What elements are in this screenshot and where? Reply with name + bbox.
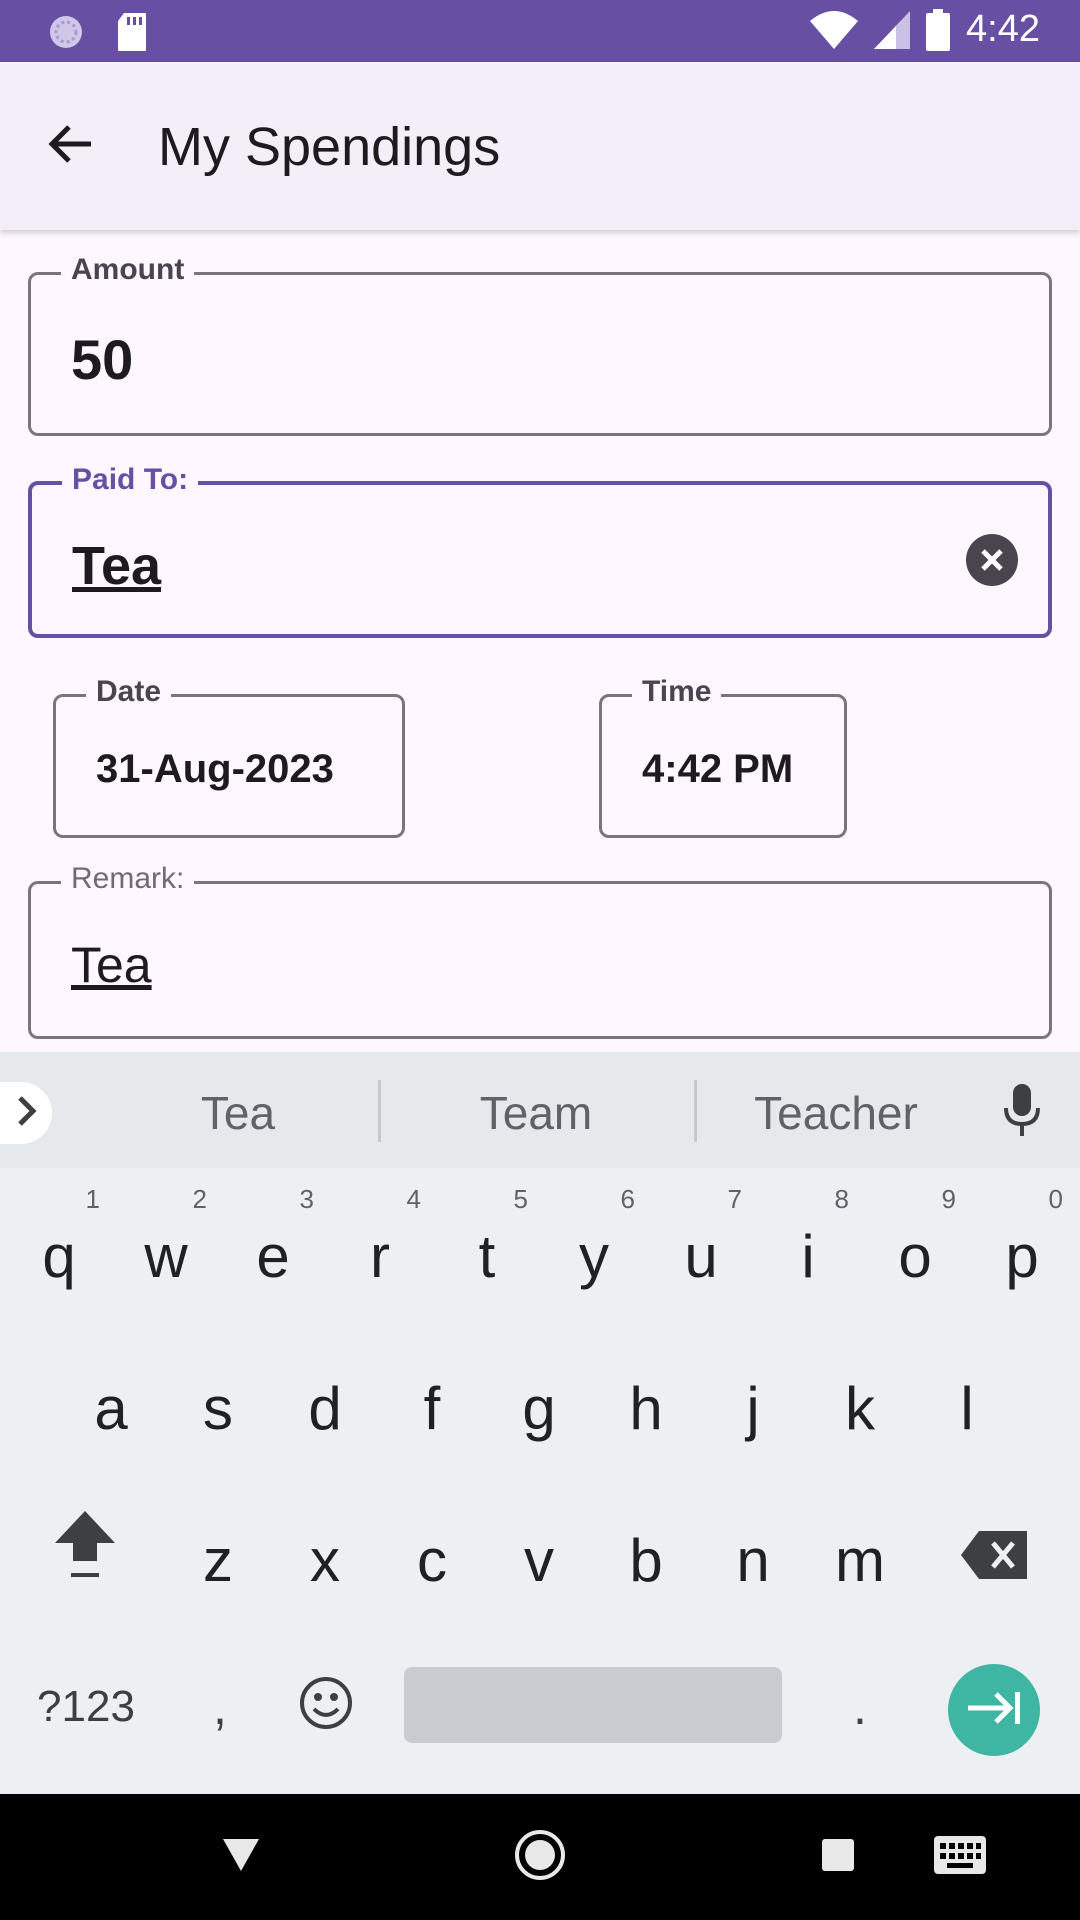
next-key[interactable] (948, 1664, 1040, 1756)
date-value: 31-Aug-2023 (96, 747, 334, 791)
key-n[interactable]: n (700, 1476, 806, 1616)
status-bar: 4:42 (0, 0, 1080, 62)
remark-label: Remark: (61, 862, 195, 896)
key-f[interactable]: f (379, 1324, 485, 1464)
key-e[interactable]: 3e (220, 1172, 326, 1312)
period-key[interactable]: . (830, 1662, 890, 1752)
amount-value: 50 (71, 328, 134, 391)
key-i[interactable]: 8i (755, 1172, 861, 1312)
square-icon (820, 1837, 856, 1878)
key-r[interactable]: 4r (327, 1172, 433, 1312)
time-field[interactable]: Time 4:42 PM (599, 675, 847, 838)
suggestion-2[interactable]: Team (440, 1086, 632, 1140)
navigation-bar (0, 1794, 1080, 1920)
backspace-icon (961, 1530, 1027, 1584)
key-h[interactable]: h (593, 1324, 699, 1464)
paid-to-field[interactable]: Paid To: Tea (28, 463, 1052, 638)
wifi-icon (810, 10, 859, 49)
key-j[interactable]: j (700, 1324, 806, 1464)
remark-field[interactable]: Remark: Tea (28, 862, 1052, 1039)
amount-label: Amount (61, 253, 195, 287)
time-value: 4:42 PM (642, 747, 794, 791)
recents-nav-button[interactable] (802, 1824, 874, 1890)
sync-icon (46, 12, 86, 52)
home-circle-icon (514, 1829, 566, 1886)
key-t[interactable]: 5t (434, 1172, 540, 1312)
emoji-key[interactable] (286, 1660, 366, 1750)
battery-icon (926, 8, 951, 51)
key-u[interactable]: 7u (648, 1172, 754, 1312)
key-k[interactable]: k (807, 1324, 913, 1464)
key-c[interactable]: c (379, 1476, 485, 1616)
space-key[interactable] (404, 1667, 782, 1743)
key-m[interactable]: m (807, 1476, 913, 1616)
suggestion-divider (694, 1080, 697, 1142)
key-a[interactable]: a (58, 1324, 164, 1464)
amount-field[interactable]: Amount 50 (28, 253, 1052, 436)
date-field[interactable]: Date 31-Aug-2023 (53, 675, 405, 838)
key-o[interactable]: 9o (862, 1172, 968, 1312)
keyboard-switch-button[interactable] (924, 1824, 996, 1890)
key-l[interactable]: l (914, 1324, 1020, 1464)
suggestion-divider (378, 1080, 381, 1142)
paid-to-value: Tea (72, 536, 162, 596)
signal-icon (874, 10, 911, 49)
emoji-icon (298, 1675, 354, 1736)
suggestion-3[interactable]: Teacher (740, 1086, 932, 1140)
keyboard-icon (933, 1835, 987, 1880)
suggestion-1[interactable]: Tea (150, 1086, 326, 1140)
shift-icon (53, 1509, 117, 1586)
back-button[interactable] (40, 116, 100, 176)
soft-keyboard: Tea Team Teacher 1q 2w 3e 4r 5t 6y 7u 8i… (0, 1052, 1080, 1794)
key-y[interactable]: 6y (541, 1172, 647, 1312)
date-label: Date (86, 675, 172, 709)
key-w[interactable]: 2w (113, 1172, 219, 1312)
key-b[interactable]: b (593, 1476, 699, 1616)
page-title: My Spendings (158, 117, 501, 177)
suggestion-bar: Tea Team Teacher (0, 1052, 1080, 1168)
expand-toolbar-button[interactable] (0, 1082, 52, 1144)
clear-text-icon[interactable] (966, 533, 1018, 586)
time-label: Time (632, 675, 722, 709)
shift-key[interactable] (30, 1492, 140, 1602)
comma-key[interactable]: , (190, 1662, 250, 1752)
tab-next-icon (966, 1690, 1022, 1731)
back-nav-button[interactable] (205, 1824, 277, 1890)
microphone-icon[interactable] (1002, 1084, 1042, 1141)
sd-card-icon (116, 13, 148, 51)
status-time: 4:42 (966, 8, 1040, 50)
key-z[interactable]: z (165, 1476, 271, 1616)
remark-value: Tea (71, 937, 152, 993)
key-q[interactable]: 1q (6, 1172, 112, 1312)
triangle-down-icon (221, 1837, 261, 1878)
key-g[interactable]: g (486, 1324, 592, 1464)
chevron-right-icon (16, 1095, 38, 1132)
backspace-key[interactable] (944, 1507, 1044, 1607)
key-s[interactable]: s (165, 1324, 271, 1464)
app-bar: My Spendings (0, 62, 1080, 230)
symbols-key[interactable]: ?123 (18, 1662, 154, 1752)
key-d[interactable]: d (272, 1324, 378, 1464)
key-p[interactable]: 0p (969, 1172, 1075, 1312)
key-x[interactable]: x (272, 1476, 378, 1616)
arrow-back-icon (47, 121, 93, 172)
home-nav-button[interactable] (504, 1824, 576, 1890)
paid-to-label: Paid To: (62, 463, 199, 497)
key-v[interactable]: v (486, 1476, 592, 1616)
